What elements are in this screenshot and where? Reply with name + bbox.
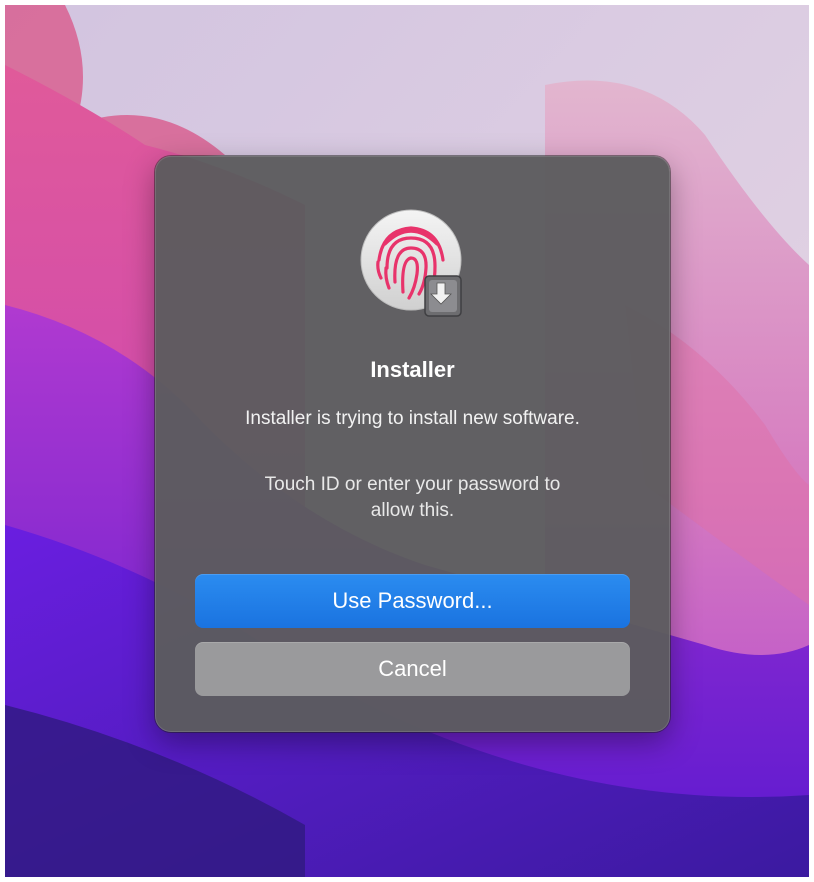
desktop: Installer Installer is trying to install…	[5, 5, 809, 877]
dialog-info: Touch ID or enter your password to allow…	[215, 472, 610, 524]
dialog-info-line: allow this.	[370, 500, 455, 521]
use-password-button[interactable]: Use Password...	[195, 574, 630, 628]
dialog-message: Installer is trying to install new softw…	[245, 408, 580, 429]
cancel-button[interactable]: Cancel	[195, 642, 630, 696]
fingerprint-icon	[360, 209, 462, 317]
authentication-dialog: Installer Installer is trying to install…	[155, 156, 670, 732]
dialog-title: Installer	[370, 357, 455, 382]
dialog-info-line: Touch ID or enter your password to	[264, 474, 561, 495]
installer-icon	[424, 275, 462, 317]
